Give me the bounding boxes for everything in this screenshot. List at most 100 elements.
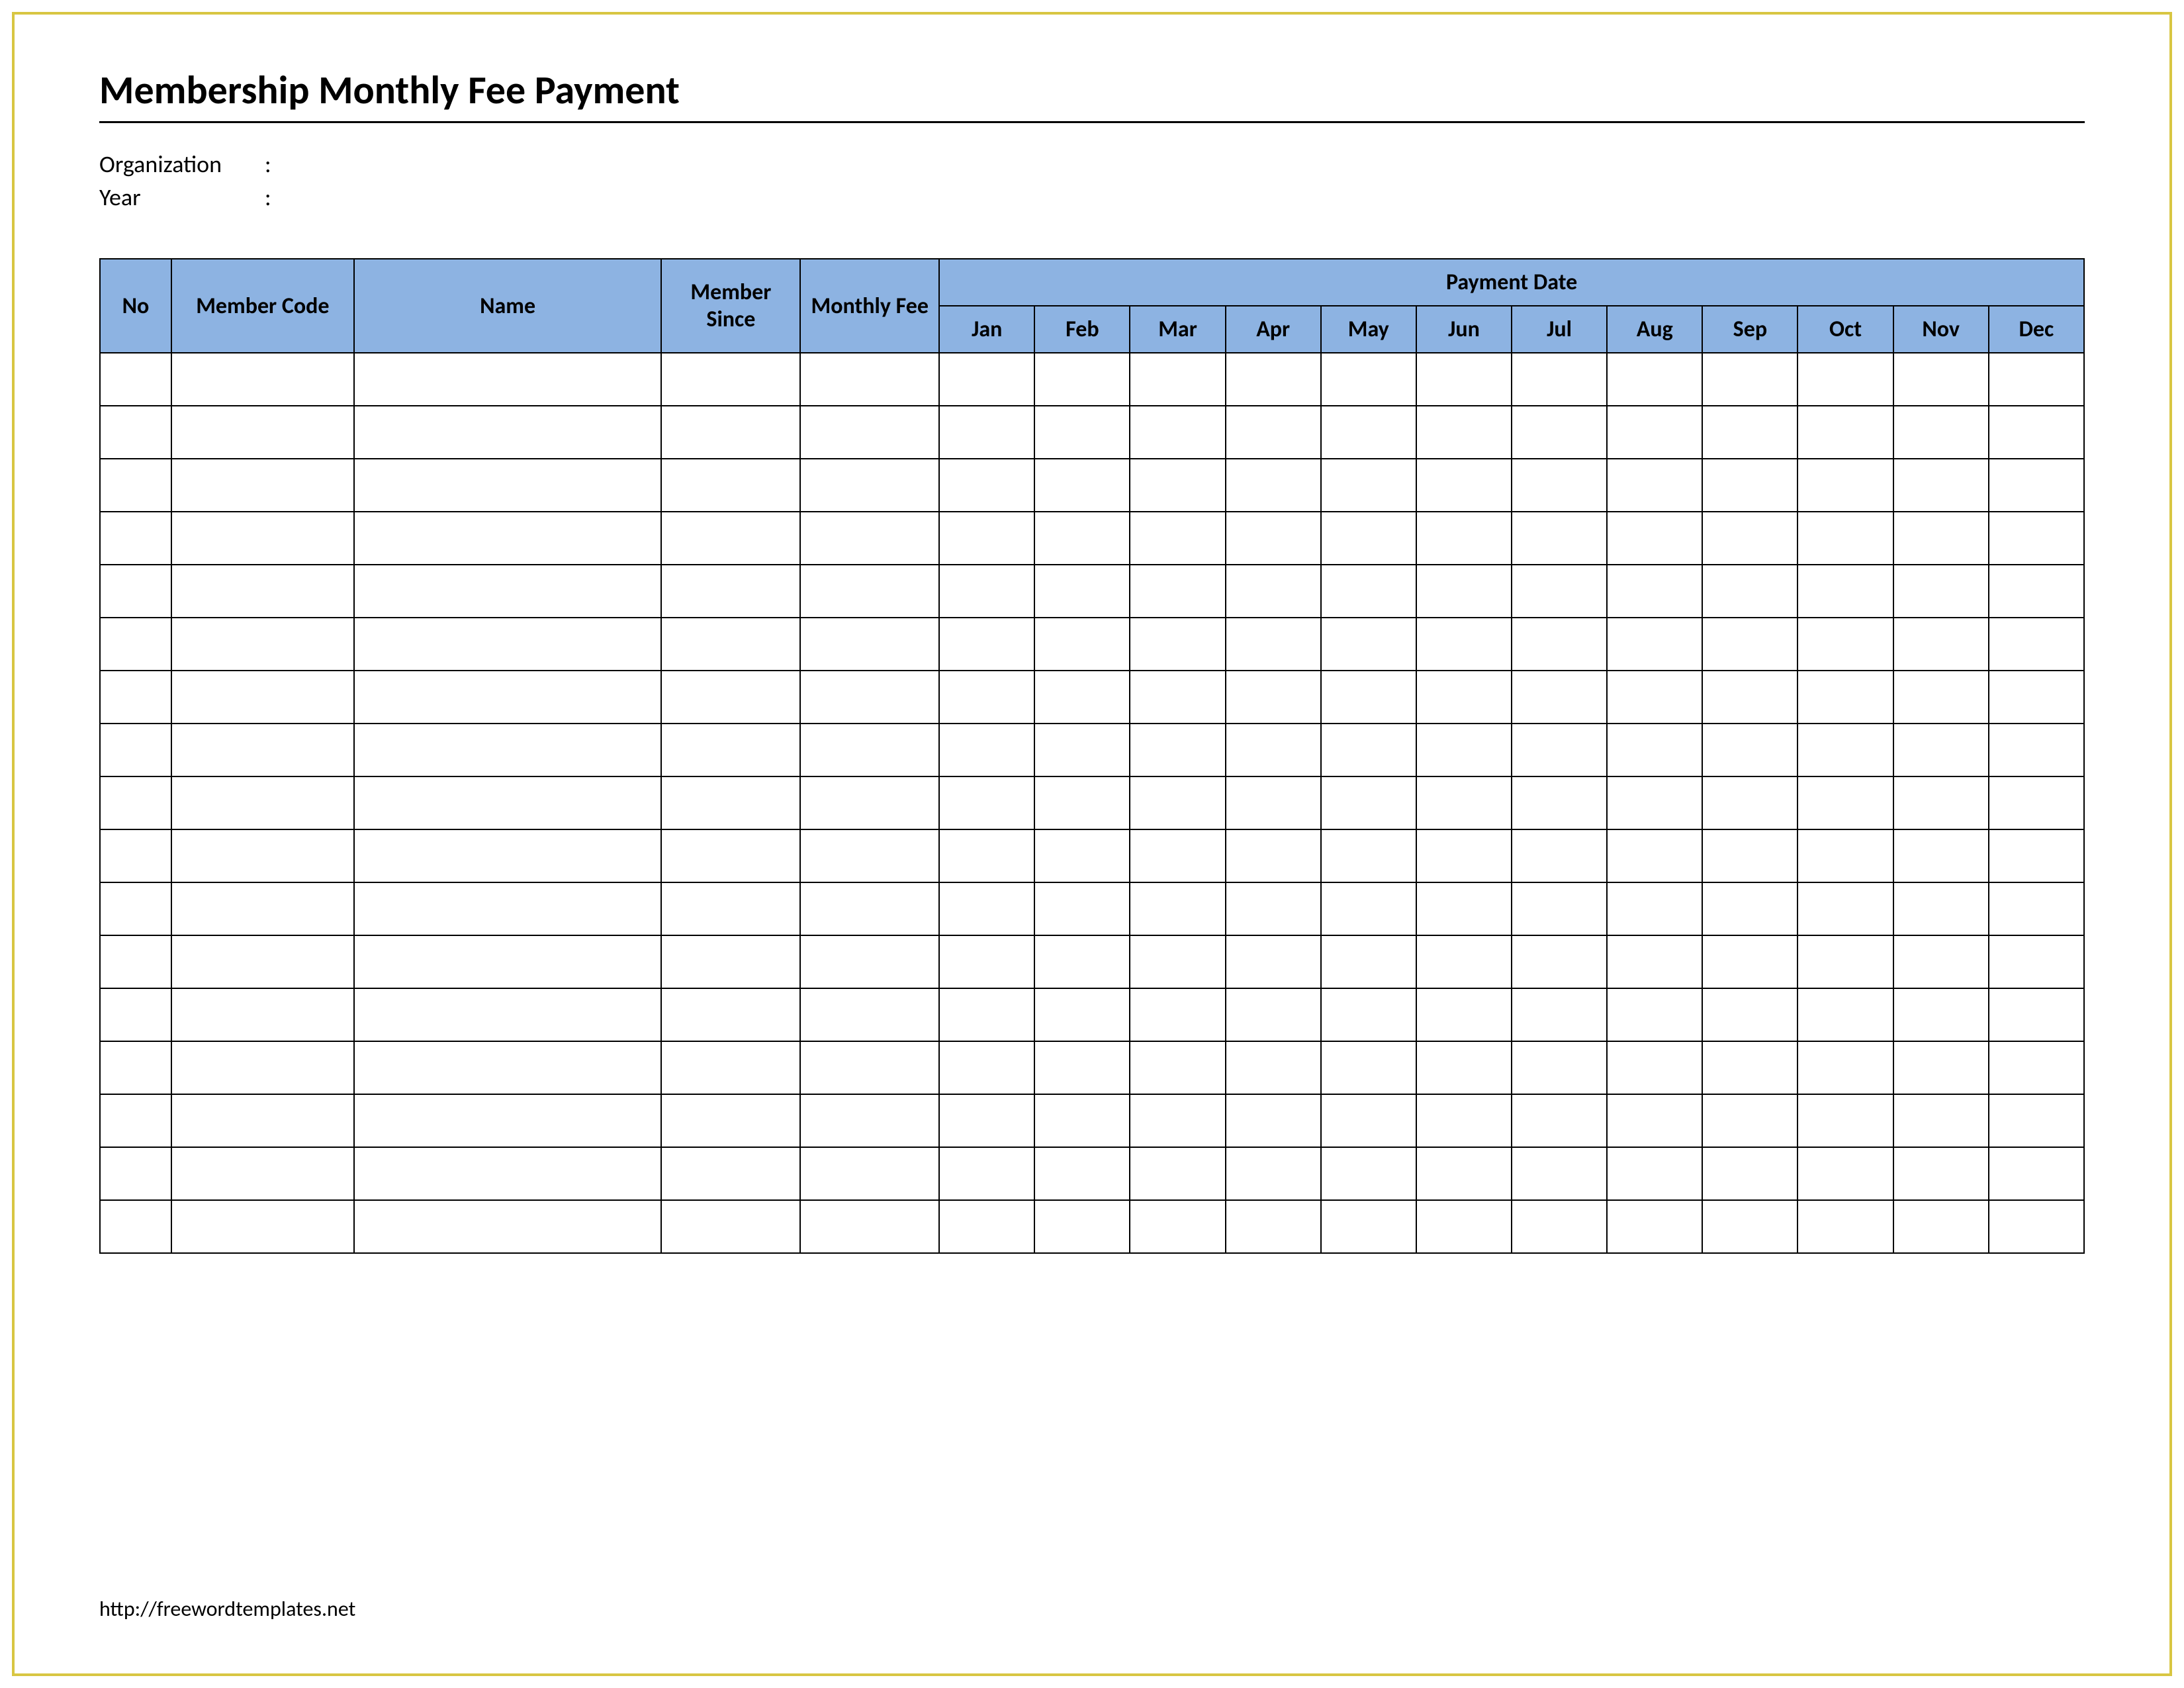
table-cell [1607,988,1702,1041]
table-cell [354,882,662,935]
table-cell [100,1094,171,1147]
th-member-code: Member Code [171,259,354,353]
table-cell [661,935,800,988]
table-cell [1034,353,1130,406]
table-cell [100,935,171,988]
table-row [100,882,2084,935]
table-cell [1893,459,1989,512]
th-month: Jul [1512,306,1607,353]
table-cell [1034,724,1130,776]
table-cell [1226,882,1321,935]
table-cell [1797,353,1893,406]
table-cell [1512,671,1607,724]
table-cell [1416,459,1512,512]
table-cell [1893,829,1989,882]
table-cell [1226,776,1321,829]
table-cell [171,1147,354,1200]
table-cell [1702,1041,1797,1094]
table-cell [1989,1041,2084,1094]
table-cell [1226,512,1321,565]
table-cell [1702,565,1797,618]
table-cell [171,618,354,671]
table-cell [1034,829,1130,882]
table-cell [1416,1041,1512,1094]
table-cell [1989,353,2084,406]
table-cell [1989,459,2084,512]
table-cell [1512,353,1607,406]
table-cell [354,829,662,882]
table-cell [939,353,1034,406]
table-cell [1702,1147,1797,1200]
membership-table: No Member Code Name Member Since Monthly… [99,258,2085,1254]
table-cell [1512,829,1607,882]
table-cell [100,724,171,776]
th-member-since: Member Since [661,259,800,353]
table-cell [1607,1094,1702,1147]
table-head: No Member Code Name Member Since Monthly… [100,259,2084,353]
table-row [100,1041,2084,1094]
table-cell [1797,565,1893,618]
table-cell [661,882,800,935]
table-cell [1512,618,1607,671]
table-cell [1416,512,1512,565]
table-cell [100,1041,171,1094]
table-cell [100,776,171,829]
table-cell [1130,1147,1225,1200]
th-month: Nov [1893,306,1989,353]
table-cell [1989,829,2084,882]
table-cell [1797,618,1893,671]
table-cell [171,882,354,935]
table-cell [1512,882,1607,935]
table-cell [1034,882,1130,935]
table-cell [800,829,939,882]
table-cell [171,724,354,776]
table-cell [1416,671,1512,724]
table-cell [1893,724,1989,776]
table-cell [1702,776,1797,829]
table-cell [1797,776,1893,829]
table-cell [1416,565,1512,618]
table-cell [1130,406,1225,459]
table-cell [171,512,354,565]
table-cell [1989,776,2084,829]
table-cell [1034,512,1130,565]
table-cell [1226,829,1321,882]
table-cell [1607,1200,1702,1253]
table-cell [939,565,1034,618]
th-name: Name [354,259,662,353]
table-cell [171,1200,354,1253]
table-cell [1321,459,1416,512]
table-cell [1893,565,1989,618]
table-cell [1607,776,1702,829]
table-cell [1989,512,2084,565]
table-cell [1130,353,1225,406]
table-cell [661,1041,800,1094]
table-cell [1512,406,1607,459]
table-cell [1893,1094,1989,1147]
table-cell [939,935,1034,988]
table-cell [1893,512,1989,565]
table-wrapper: No Member Code Name Member Since Monthly… [99,258,2085,1254]
table-cell [1989,882,2084,935]
table-cell [1797,1094,1893,1147]
table-cell [100,406,171,459]
table-cell [1130,512,1225,565]
page-content: Membership Monthly Fee Payment Organizat… [99,66,2085,1254]
table-cell [661,988,800,1041]
table-body [100,353,2084,1253]
table-cell [661,618,800,671]
table-cell [1893,618,1989,671]
table-row [100,829,2084,882]
table-cell [800,406,939,459]
table-cell [661,724,800,776]
table-cell [1130,988,1225,1041]
table-cell [1797,1200,1893,1253]
table-cell [1607,406,1702,459]
table-cell [1893,1041,1989,1094]
table-cell [939,988,1034,1041]
table-cell [1797,882,1893,935]
table-cell [1416,882,1512,935]
table-cell [1797,1041,1893,1094]
table-cell [1797,459,1893,512]
table-cell [1797,671,1893,724]
